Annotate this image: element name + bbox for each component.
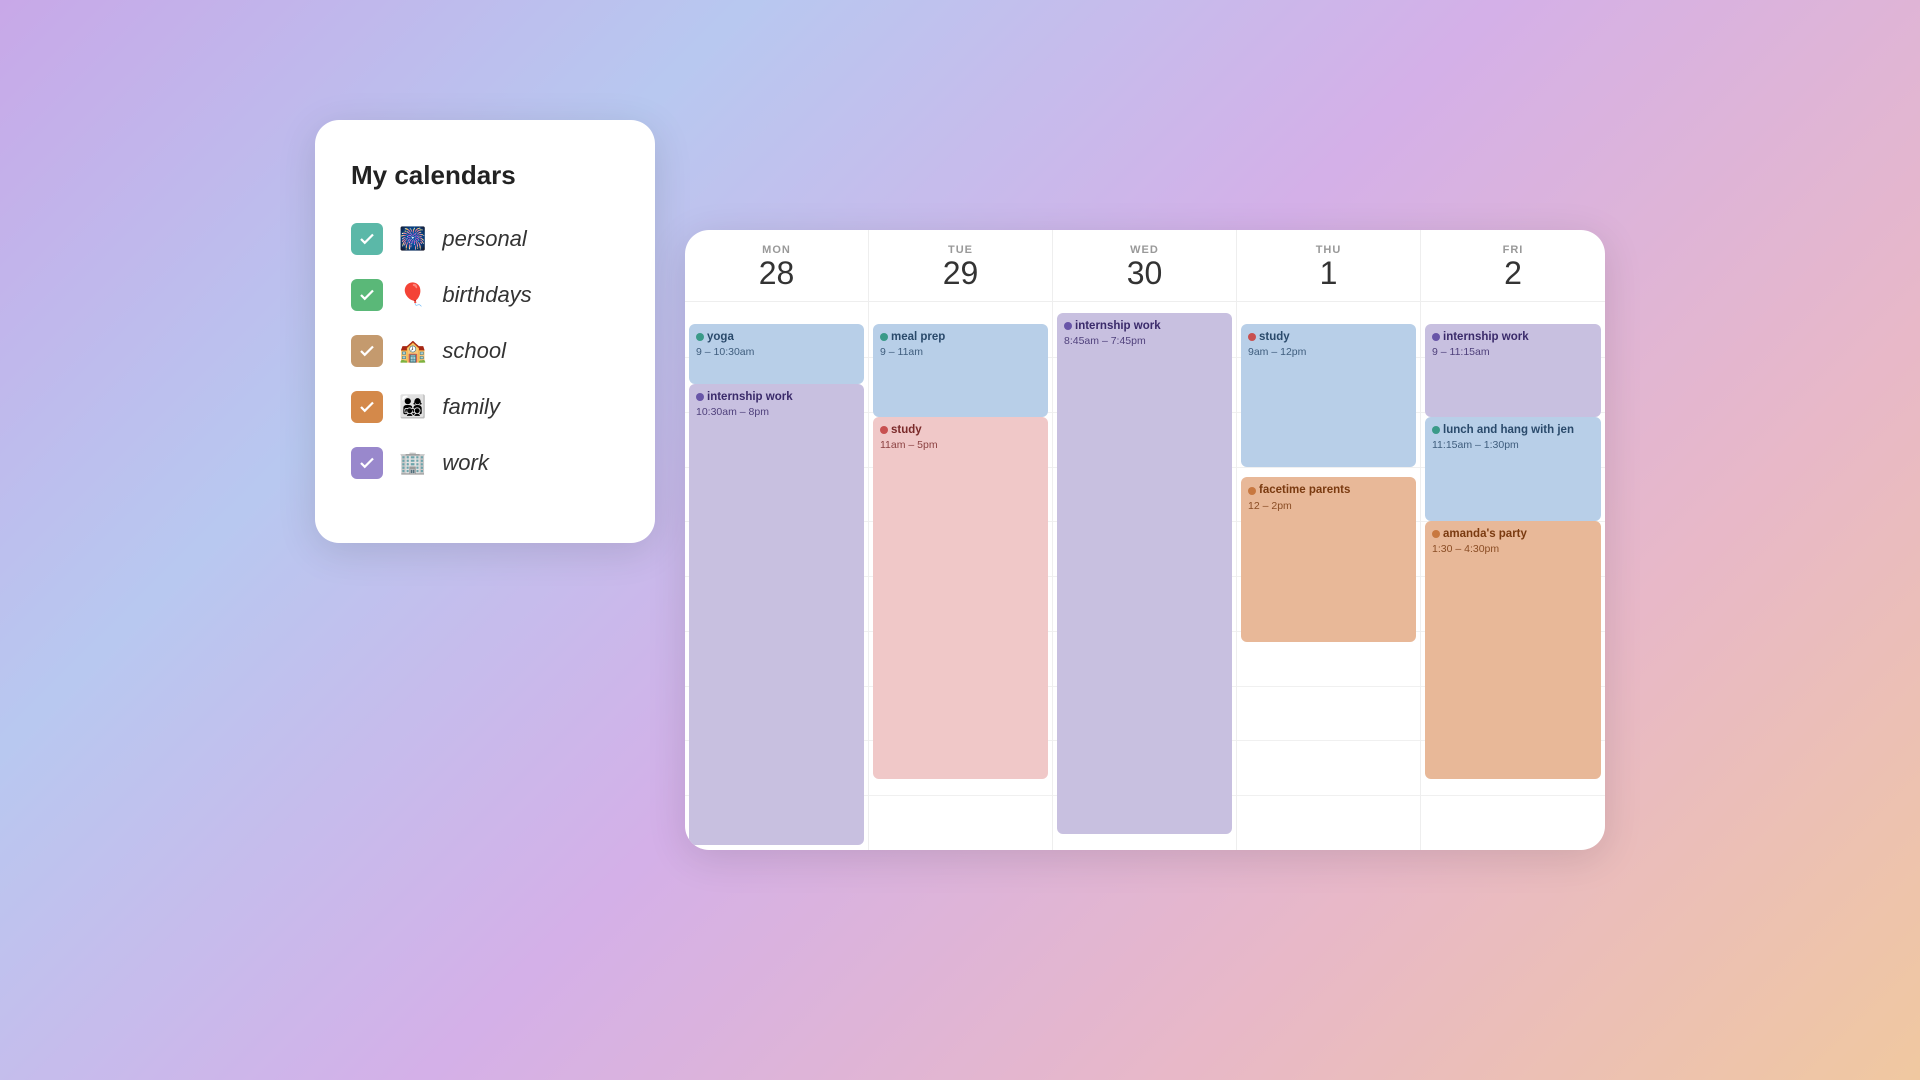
day-header-tue: TUE 29 xyxy=(869,230,1053,301)
emoji-school: 🏫 xyxy=(399,338,426,364)
label-school: school xyxy=(442,338,506,364)
sidebar-item-birthdays[interactable]: 🎈 birthdays xyxy=(351,279,619,311)
event-lunch-jen[interactable]: lunch and hang with jen 11:15am – 1:30pm xyxy=(1425,417,1601,521)
sidebar-item-family[interactable]: 👨‍👩‍👧‍👦 family xyxy=(351,391,619,423)
sidebar: My calendars 🎆 personal 🎈 birthdays 🏫 sc… xyxy=(315,120,655,543)
sidebar-item-school[interactable]: 🏫 school xyxy=(351,335,619,367)
event-internship-work-wed[interactable]: internship work 8:45am – 7:45pm xyxy=(1057,313,1232,833)
day-column-fri: internship work 9 – 11:15am lunch and ha… xyxy=(1421,302,1605,850)
dot-amandas-party xyxy=(1432,530,1440,538)
label-birthdays: birthdays xyxy=(442,282,531,308)
day-header-mon: MON 28 xyxy=(685,230,869,301)
event-amandas-party[interactable]: amanda's party 1:30 – 4:30pm xyxy=(1425,521,1601,778)
emoji-work: 🏢 xyxy=(399,450,426,476)
event-internship-work-fri[interactable]: internship work 9 – 11:15am xyxy=(1425,324,1601,417)
emoji-personal: 🎆 xyxy=(399,226,426,252)
sidebar-item-personal[interactable]: 🎆 personal xyxy=(351,223,619,255)
day-number-tue: 29 xyxy=(877,256,1044,291)
dot-iwork-mon xyxy=(696,393,704,401)
day-number-fri: 2 xyxy=(1429,256,1597,291)
checkbox-personal[interactable] xyxy=(351,223,383,255)
dot-facetime xyxy=(1248,487,1256,495)
dot-iwork-fri xyxy=(1432,333,1440,341)
day-column-thu: study 9am – 12pm facetime parents 12 – 2… xyxy=(1237,302,1421,850)
day-column-mon: yoga 9 – 10:30am internship work 10:30am… xyxy=(685,302,869,850)
calendar-panel: MON 28 TUE 29 WED 30 THU 1 FRI 2 xyxy=(685,230,1605,850)
label-family: family xyxy=(442,394,499,420)
dot-yoga xyxy=(696,333,704,341)
event-study-thu[interactable]: study 9am – 12pm xyxy=(1241,324,1416,466)
day-number-thu: 1 xyxy=(1245,256,1412,291)
dot-lunch-jen xyxy=(1432,426,1440,434)
event-yoga[interactable]: yoga 9 – 10:30am xyxy=(689,324,864,384)
day-column-wed: internship work 8:45am – 7:45pm xyxy=(1053,302,1237,850)
sidebar-title: My calendars xyxy=(351,160,619,191)
day-header-wed: WED 30 xyxy=(1053,230,1237,301)
event-facetime-parents[interactable]: facetime parents 12 – 2pm xyxy=(1241,477,1416,641)
dot-study-thu xyxy=(1248,333,1256,341)
dot-iwork-wed xyxy=(1064,322,1072,330)
day-number-wed: 30 xyxy=(1061,256,1228,291)
calendar-body: yoga 9 – 10:30am internship work 10:30am… xyxy=(685,302,1605,850)
label-personal: personal xyxy=(442,226,526,252)
sidebar-item-work[interactable]: 🏢 work xyxy=(351,447,619,479)
calendar-header: MON 28 TUE 29 WED 30 THU 1 FRI 2 xyxy=(685,230,1605,302)
day-header-thu: THU 1 xyxy=(1237,230,1421,301)
event-meal-prep[interactable]: meal prep 9 – 11am xyxy=(873,324,1048,417)
checkbox-school[interactable] xyxy=(351,335,383,367)
dot-meal-prep xyxy=(880,333,888,341)
checkbox-work[interactable] xyxy=(351,447,383,479)
emoji-birthdays: 🎈 xyxy=(399,282,426,308)
checkbox-family[interactable] xyxy=(351,391,383,423)
day-header-fri: FRI 2 xyxy=(1421,230,1605,301)
dot-study-tue xyxy=(880,426,888,434)
checkbox-birthdays[interactable] xyxy=(351,279,383,311)
event-study-tue[interactable]: study 11am – 5pm xyxy=(873,417,1048,779)
label-work: work xyxy=(442,450,488,476)
day-column-tue: meal prep 9 – 11am study 11am – 5pm xyxy=(869,302,1053,850)
emoji-family: 👨‍👩‍👧‍👦 xyxy=(399,394,426,420)
day-number-mon: 28 xyxy=(693,256,860,291)
event-internship-work-mon[interactable]: internship work 10:30am – 8pm xyxy=(689,384,864,844)
